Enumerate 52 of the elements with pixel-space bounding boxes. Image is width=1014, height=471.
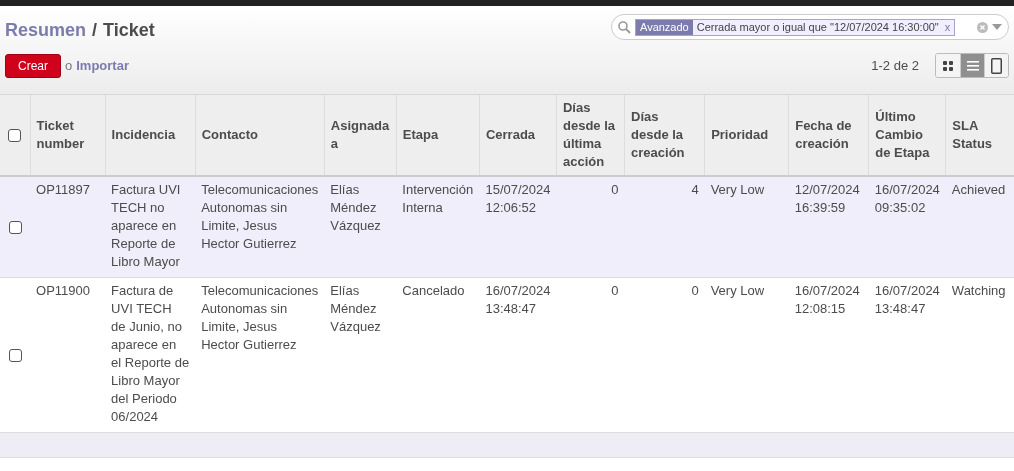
table-cell-text: Achieved bbox=[951, 181, 1007, 199]
grid-icon bbox=[943, 60, 953, 71]
import-link[interactable]: Importar bbox=[76, 58, 129, 73]
checkbox[interactable] bbox=[8, 349, 22, 363]
table-cell: 16/07/2024 13:48:47 bbox=[874, 282, 940, 318]
table-cell: 16/07/2024 09:35:02 bbox=[874, 181, 940, 217]
table-cell-text: 0 bbox=[690, 282, 699, 300]
clear-icon bbox=[977, 21, 988, 33]
form-view-button[interactable] bbox=[984, 54, 1008, 77]
table-cell: Factura de UVI TECH de Junio, no aparece en el Reporte de Libro Mayor del Periodo 06/2024 bbox=[111, 282, 190, 426]
table-row[interactable] bbox=[0, 176, 1014, 278]
checkbox[interactable] bbox=[8, 221, 22, 235]
table-cell-text: 0 bbox=[610, 181, 619, 199]
column-header[interactable]: Etapa bbox=[402, 126, 473, 144]
page-title: Ticket bbox=[103, 20, 155, 41]
table-cell-text: Elías Méndez Vázquez bbox=[330, 181, 382, 235]
create-button[interactable]: Crear bbox=[5, 53, 61, 78]
table-cell-text: Very Low bbox=[710, 181, 766, 199]
table-cell: 15/07/2024 12:06:52 bbox=[485, 181, 551, 217]
breadcrumb-link[interactable]: Resumen bbox=[5, 20, 87, 41]
search-icon bbox=[618, 20, 631, 34]
table-cell-text: Elías Méndez Vázquez bbox=[330, 282, 382, 336]
facet-value: Cerrada mayor o igual que "12/07/2024 16:30:00" bbox=[696, 20, 939, 34]
table-cell-text: OP11897 bbox=[36, 181, 91, 199]
caret-icon bbox=[992, 24, 1002, 30]
table-cell: 16/07/2024 13:48:47 bbox=[485, 282, 551, 318]
table-cell: Intervención Interna bbox=[402, 181, 474, 217]
table-cell-text: Watching bbox=[951, 282, 1007, 300]
facet-label: Avanzado bbox=[636, 19, 693, 35]
table-cell: Telecomunicaciones Autonomas sin Limite, Jesus Hector Gutierrez bbox=[201, 181, 319, 253]
table-cell-text: 12/07/2024 16:39:59 bbox=[794, 181, 861, 217]
table-cell-text: Cancelado bbox=[402, 282, 466, 300]
column-header[interactable]: Cerrada bbox=[485, 126, 550, 144]
column-header[interactable]: Incidencia bbox=[111, 126, 189, 144]
table-cell: Telecomunicaciones Autonomas sin Limite, Jesus Hector Gutierrez bbox=[201, 282, 319, 354]
checkbox[interactable] bbox=[8, 129, 22, 143]
breadcrumb-separator: / bbox=[92, 20, 98, 41]
table-cell-text: Factura UVI TECH no aparece en Reporte de Libro Mayor bbox=[111, 181, 182, 271]
column-header[interactable]: Contacto bbox=[201, 126, 318, 144]
table-cell-text: 0 bbox=[610, 282, 619, 300]
kanban-view-button[interactable] bbox=[936, 54, 960, 77]
table-cell-text: OP11900 bbox=[36, 282, 91, 300]
pager-text: 1-2 de 2 bbox=[871, 58, 919, 73]
list-icon bbox=[966, 60, 979, 71]
search-field[interactable]: Avanzado Cerrada mayor o igual que "12/07/2024 16:30:00" x bbox=[611, 14, 1009, 40]
table-cell-text: 4 bbox=[690, 181, 699, 199]
table-cell-text: Very Low bbox=[710, 282, 766, 300]
form-icon bbox=[991, 57, 1002, 74]
or-text: o bbox=[65, 58, 73, 73]
table-cell-text: 16/07/2024 12:08:15 bbox=[794, 282, 861, 318]
column-header[interactable]: Prioridad bbox=[711, 126, 783, 144]
facet-remove[interactable]: x bbox=[944, 20, 951, 34]
